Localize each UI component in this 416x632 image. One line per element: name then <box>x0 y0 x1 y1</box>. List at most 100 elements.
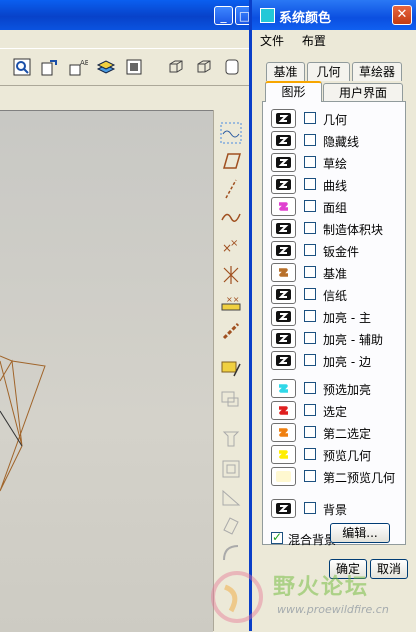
minimize-button[interactable]: _ <box>214 6 233 25</box>
color-swatch-button[interactable] <box>271 351 296 370</box>
background-application: _ □ AB × × ×× <box>0 0 256 632</box>
zoom-window-icon[interactable] <box>12 57 32 77</box>
datum-display-icon[interactable] <box>220 122 242 144</box>
color-wave-icon <box>276 201 291 212</box>
color-checkbox[interactable] <box>304 156 316 168</box>
sketch-disabled-icon[interactable] <box>220 388 242 410</box>
coordinate-system-icon[interactable] <box>220 264 242 286</box>
color-checkbox[interactable] <box>304 332 316 344</box>
color-swatch-button[interactable] <box>271 423 296 442</box>
color-checkbox[interactable] <box>304 404 316 416</box>
color-checkbox[interactable] <box>304 112 316 124</box>
watermark-logo-icon <box>211 571 263 623</box>
dialog-titlebar[interactable]: 系统颜色 ✕ <box>252 0 416 30</box>
color-swatch-button[interactable] <box>271 499 296 518</box>
shading-icon[interactable] <box>222 57 242 77</box>
wireframe-icon[interactable] <box>166 57 186 77</box>
color-swatch-button[interactable] <box>271 197 296 216</box>
color-checkbox[interactable] <box>304 354 316 366</box>
color-wave-icon <box>276 503 291 514</box>
color-checkbox[interactable] <box>304 382 316 394</box>
hidden-line-icon[interactable] <box>194 57 214 77</box>
analysis-icon[interactable]: ×× <box>220 292 242 314</box>
view-manager-icon[interactable] <box>124 57 144 77</box>
color-label: 信纸 <box>323 289 348 303</box>
color-wave-icon <box>276 113 291 124</box>
blend-background-label: 混合背景 <box>288 533 337 547</box>
datum-plane-icon[interactable] <box>220 150 242 172</box>
draft-icon[interactable] <box>220 514 242 536</box>
color-swatch-button[interactable] <box>271 285 296 304</box>
color-wave-icon <box>276 267 291 278</box>
shell-icon[interactable] <box>220 458 242 480</box>
color-label: 隐藏线 <box>323 135 360 149</box>
zoom-out-icon[interactable] <box>40 57 60 77</box>
color-checkbox[interactable] <box>304 470 316 482</box>
color-label: 加亮 - 主 <box>323 311 371 325</box>
datum-axis-icon[interactable] <box>220 178 242 200</box>
color-swatch-button[interactable] <box>271 175 296 194</box>
watermark-url: www.proewildfire.cn <box>277 603 389 616</box>
color-wave-icon <box>276 135 291 146</box>
color-checkbox[interactable] <box>304 222 316 234</box>
color-swatch-button[interactable] <box>271 467 296 486</box>
color-swatch-button[interactable] <box>271 379 296 398</box>
color-chip <box>276 471 291 482</box>
color-swatch-button[interactable] <box>271 241 296 260</box>
color-wave-icon <box>276 383 291 394</box>
color-swatch-button[interactable] <box>271 329 296 348</box>
close-icon: ✕ <box>396 7 408 22</box>
color-wave-icon <box>276 449 291 460</box>
edit-button[interactable]: 编辑... <box>330 523 390 543</box>
datum-point-icon[interactable]: ×× <box>220 236 242 258</box>
color-checkbox[interactable] <box>304 266 316 278</box>
view-refit-icon[interactable]: AB <box>68 57 88 77</box>
rib-icon[interactable] <box>220 486 242 508</box>
color-swatch-button[interactable] <box>271 307 296 326</box>
color-label: 预选加亮 <box>323 383 372 397</box>
svg-text:AB: AB <box>80 59 88 67</box>
color-wave-icon <box>276 427 291 438</box>
color-wave-icon <box>276 245 291 256</box>
datum-curve-icon[interactable] <box>220 206 242 228</box>
layers-icon[interactable] <box>96 57 116 77</box>
hole-icon[interactable] <box>220 428 242 450</box>
color-label: 曲线 <box>323 179 348 193</box>
chain-icon[interactable] <box>220 320 242 342</box>
color-swatch-button[interactable] <box>271 109 296 128</box>
color-checkbox[interactable] <box>304 502 316 514</box>
color-swatch-button[interactable] <box>271 153 296 172</box>
tab-user-interface[interactable]: 用户界面 <box>323 83 403 102</box>
color-label: 基准 <box>323 267 348 281</box>
color-checkbox[interactable] <box>304 448 316 460</box>
color-wave-icon <box>276 355 291 366</box>
blend-background-checkbox[interactable] <box>271 530 283 544</box>
color-swatch-button[interactable] <box>271 219 296 238</box>
round-icon[interactable] <box>220 542 242 564</box>
sketch-icon[interactable] <box>220 358 242 380</box>
menu-file[interactable]: 文件 <box>260 32 284 49</box>
color-swatch-button[interactable] <box>271 263 296 282</box>
tab-geometry[interactable]: 几何 <box>307 62 350 81</box>
color-checkbox[interactable] <box>304 134 316 146</box>
model-viewport[interactable] <box>0 110 213 632</box>
color-swatch-button[interactable] <box>271 445 296 464</box>
tab-graphics[interactable]: 图形 <box>265 81 322 102</box>
color-checkbox[interactable] <box>304 200 316 212</box>
color-checkbox[interactable] <box>304 310 316 322</box>
model-geometry <box>0 355 46 492</box>
tab-sketcher[interactable]: 草绘器 <box>352 62 402 81</box>
menu-layout[interactable]: 布置 <box>302 32 326 49</box>
color-checkbox[interactable] <box>304 244 316 256</box>
color-checkbox[interactable] <box>304 288 316 300</box>
color-swatch-button[interactable] <box>271 131 296 150</box>
color-checkbox[interactable] <box>304 178 316 190</box>
color-label: 面组 <box>323 201 348 215</box>
color-wave-icon <box>276 223 291 234</box>
color-label: 草绘 <box>323 157 348 171</box>
color-swatch-button[interactable] <box>271 401 296 420</box>
tab-datum[interactable]: 基准 <box>266 62 305 81</box>
color-checkbox[interactable] <box>304 426 316 438</box>
close-button[interactable]: ✕ <box>392 5 412 25</box>
dialog-title: 系统颜色 <box>279 11 332 26</box>
